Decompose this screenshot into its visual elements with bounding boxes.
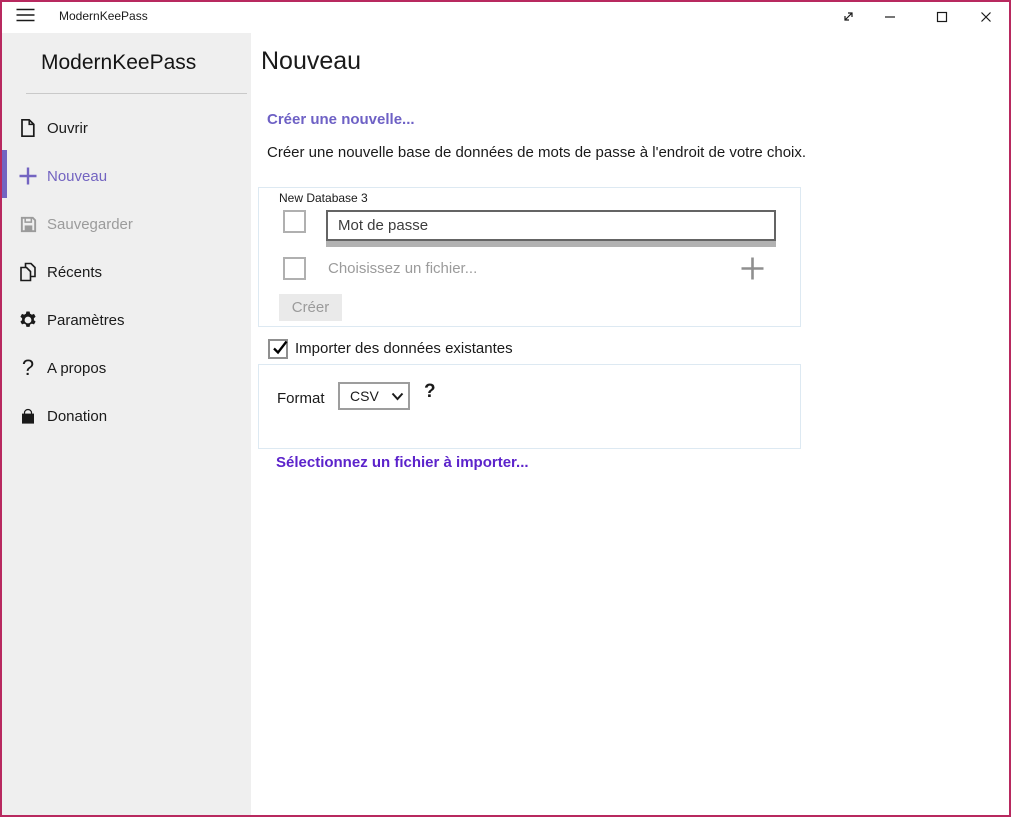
import-checkbox-row[interactable]: Importer des données existantes (268, 339, 513, 359)
sidebar-nav: Ouvrir Nouveau Sauvegarder Récents (0, 104, 251, 440)
password-field-border (326, 210, 776, 241)
title-bar: ModernKeePass (0, 0, 1011, 33)
minimize-icon (884, 11, 896, 23)
sidebar-divider (26, 93, 247, 94)
document-icon (16, 118, 40, 138)
sidebar-item-label: Sauvegarder (47, 216, 133, 233)
sidebar-item-nouveau[interactable]: Nouveau (0, 152, 251, 200)
import-checkbox-label: Importer des données existantes (295, 339, 513, 359)
sidebar-item-label: Ouvrir (47, 120, 88, 137)
password-input[interactable] (328, 212, 774, 239)
select-import-file-link[interactable]: Sélectionnez un fichier à importer... (276, 454, 529, 471)
sidebar-item-donation[interactable]: Donation (0, 392, 251, 440)
database-name-label: New Database 3 (279, 191, 368, 205)
create-new-link[interactable]: Créer une nouvelle... (267, 111, 415, 128)
create-button[interactable]: Créer (279, 294, 342, 321)
format-selected-value: CSV (350, 388, 379, 404)
format-combobox[interactable]: CSV (338, 382, 410, 410)
sidebar-item-label: Donation (47, 408, 107, 425)
sidebar-item-label: A propos (47, 360, 106, 377)
sidebar-item-recents[interactable]: Récents (0, 248, 251, 296)
add-file-button[interactable] (737, 255, 767, 285)
sidebar: ModernKeePass Ouvrir Nouveau Sauvegarder (0, 33, 251, 817)
fullscreen-icon (842, 10, 855, 23)
gear-icon (16, 310, 40, 330)
fullscreen-button[interactable] (825, 0, 871, 33)
plus-icon (739, 255, 766, 285)
page-description: Créer une nouvelle base de données de mo… (267, 144, 806, 161)
sidebar-item-sauvegarder[interactable]: Sauvegarder (0, 200, 251, 248)
sidebar-item-label: Récents (47, 264, 102, 281)
close-icon (980, 11, 992, 23)
format-help-button[interactable]: ? (424, 381, 436, 403)
main-content: Nouveau Créer une nouvelle... Créer une … (251, 33, 1011, 817)
new-database-card: New Database 3 Choisissez un fichier... … (258, 187, 801, 327)
password-field-underbar (326, 241, 776, 247)
sidebar-item-apropos[interactable]: ? A propos (0, 344, 251, 392)
save-icon (16, 215, 40, 234)
keyfile-placeholder: Choisissez un fichier... (328, 260, 477, 277)
keyfile-checkbox[interactable] (283, 257, 306, 280)
bag-icon (16, 407, 40, 426)
sidebar-app-title: ModernKeePass (41, 48, 196, 78)
hamburger-icon (16, 8, 35, 25)
import-options-card: Format CSV ? Sélectionnez un fichier à i… (258, 364, 801, 449)
copy-icon (16, 262, 40, 282)
minimize-button[interactable] (867, 0, 913, 33)
import-checkbox[interactable] (268, 339, 288, 359)
maximize-icon (936, 11, 948, 23)
window-title: ModernKeePass (59, 0, 148, 33)
sidebar-item-parametres[interactable]: Paramètres (0, 296, 251, 344)
chevron-down-icon (391, 392, 404, 401)
question-icon: ? (16, 357, 40, 379)
close-button[interactable] (963, 0, 1009, 33)
maximize-button[interactable] (919, 0, 965, 33)
page-title: Nouveau (261, 45, 361, 77)
password-checkbox[interactable] (283, 210, 306, 233)
sidebar-item-label: Nouveau (47, 168, 107, 185)
sidebar-item-ouvrir[interactable]: Ouvrir (0, 104, 251, 152)
sidebar-item-label: Paramètres (47, 312, 125, 329)
format-label: Format (277, 390, 325, 407)
hamburger-menu-button[interactable] (2, 0, 48, 33)
selected-indicator (2, 150, 7, 198)
plus-icon (16, 165, 40, 187)
